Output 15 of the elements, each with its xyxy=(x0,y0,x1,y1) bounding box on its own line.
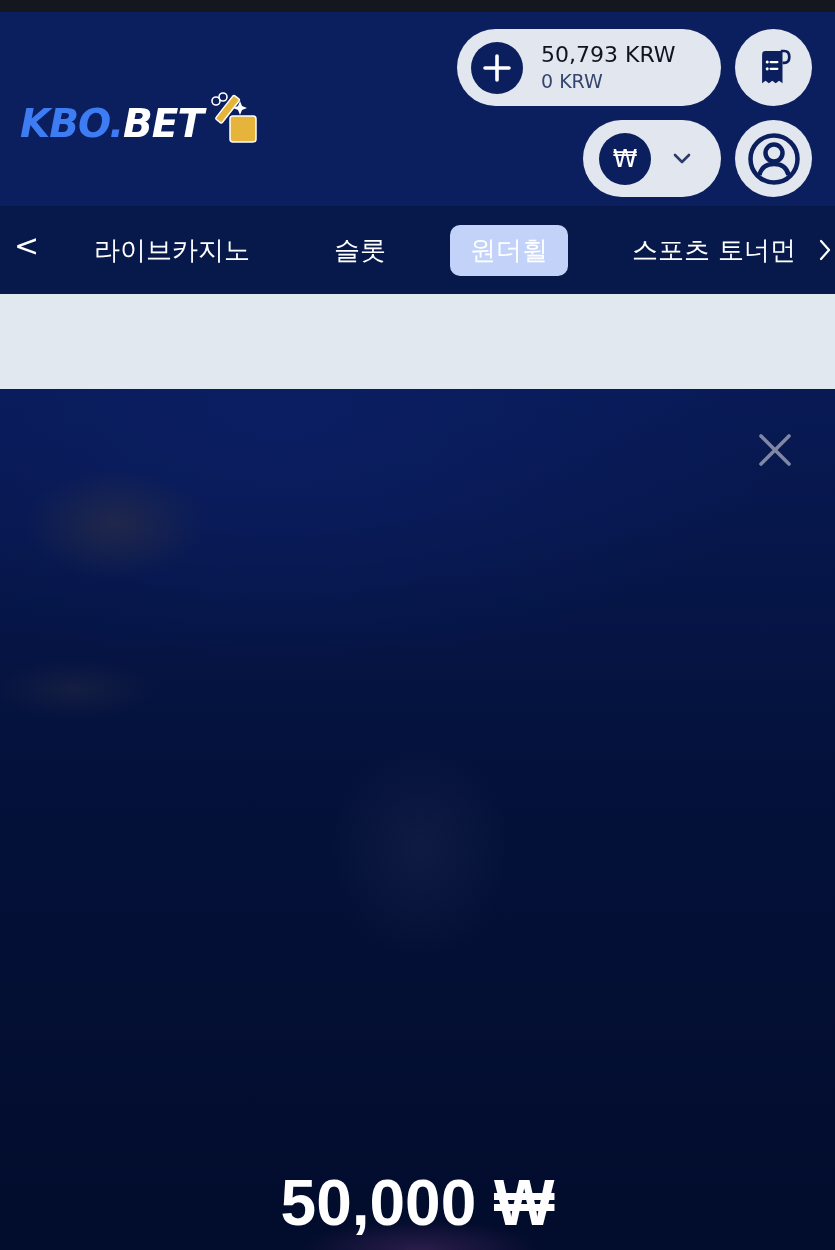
chevron-right-icon[interactable] xyxy=(819,239,831,261)
plus-icon[interactable] xyxy=(471,41,523,94)
category-tab[interactable]: 스포츠 토너먼 xyxy=(612,224,817,276)
chevron-down-icon xyxy=(673,153,691,164)
currency-selector[interactable]: ₩ xyxy=(583,120,721,197)
balance-amount: 50,793 KRW xyxy=(541,40,676,69)
prize-amount: 50,000 ₩ xyxy=(280,1167,555,1238)
scroll-left-button[interactable]: < xyxy=(10,231,44,261)
bonus-balance: 0 KRW xyxy=(541,70,604,95)
category-tab[interactable]: 라이브카지노 xyxy=(74,224,271,276)
user-icon xyxy=(747,132,800,185)
currency-badge: ₩ xyxy=(599,132,651,185)
close-icon[interactable] xyxy=(758,433,792,467)
gift-box-icon xyxy=(209,92,258,144)
category-tab[interactable]: 슬롯 xyxy=(314,224,407,276)
